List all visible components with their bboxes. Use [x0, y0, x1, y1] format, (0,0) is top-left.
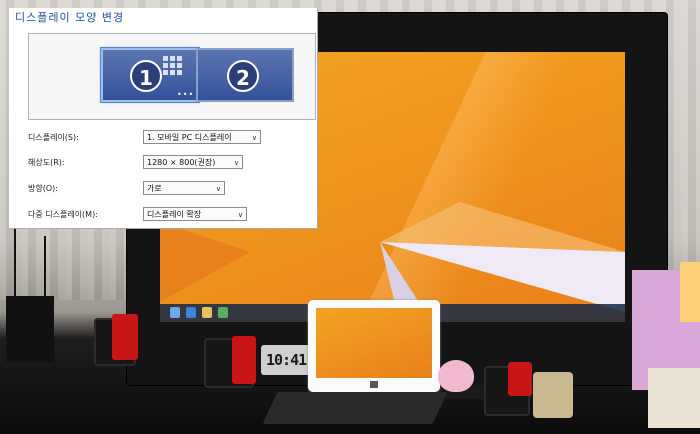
display-settings-panel: 디스플레이 모양 변경 1 ••• 2 디스플레이(S): 1. 모바일 PC … [9, 8, 317, 228]
speaker-red-panel [508, 362, 532, 396]
dialog-title: 디스플레이 모양 변경 [15, 11, 125, 24]
monitor-2-tile[interactable]: 2 [196, 48, 294, 102]
keyboard [262, 392, 448, 424]
router-antenna [44, 236, 46, 298]
tablet-screen [316, 308, 432, 378]
jar [533, 372, 573, 418]
resolution-label: 해상도(R): [28, 158, 65, 167]
chevron-down-icon: ∨ [215, 185, 221, 193]
display-label: 디스플레이(S): [28, 133, 79, 142]
multiple-displays-select[interactable]: 디스플레이 확장 ∨ [143, 207, 247, 221]
more-dots-icon: ••• [177, 90, 195, 99]
monitor-arrangement-area[interactable]: 1 ••• 2 [28, 33, 316, 120]
display-grid-icon [163, 56, 183, 82]
orientation-row: 방향(O): 가로 ∨ [28, 180, 225, 197]
monitor-number-badge: 2 [227, 60, 259, 92]
router-antenna [14, 228, 16, 298]
orientation-select[interactable]: 가로 ∨ [143, 181, 225, 195]
windows-logo-icon [370, 381, 378, 388]
speaker-red-panel [112, 314, 138, 360]
speaker-red-panel [232, 336, 256, 384]
orientation-label: 방향(O): [28, 184, 58, 193]
monitor-1-tile[interactable]: 1 ••• [101, 48, 199, 102]
chevron-down-icon: ∨ [251, 134, 257, 142]
lamp-base [648, 368, 700, 428]
chevron-down-icon: ∨ [233, 159, 239, 167]
resolution-row: 해상도(R): 1280 × 800(권장) ∨ [28, 154, 243, 171]
chevron-down-icon: ∨ [237, 211, 243, 219]
resolution-select[interactable]: 1280 × 800(권장) ∨ [143, 155, 243, 169]
pig-figurine [438, 360, 474, 392]
monitor-number-badge: 1 [130, 60, 162, 92]
router [6, 296, 54, 362]
display-row: 디스플레이(S): 1. 모바일 PC 디스플레이 ∨ [28, 129, 261, 146]
multiple-displays-label: 다중 디스플레이(M): [28, 210, 98, 219]
display-select[interactable]: 1. 모바일 PC 디스플레이 ∨ [143, 130, 261, 144]
tablet [308, 300, 440, 392]
multiple-displays-row: 다중 디스플레이(M): 디스플레이 확장 ∨ [28, 206, 247, 223]
lamp-glow [680, 262, 700, 322]
